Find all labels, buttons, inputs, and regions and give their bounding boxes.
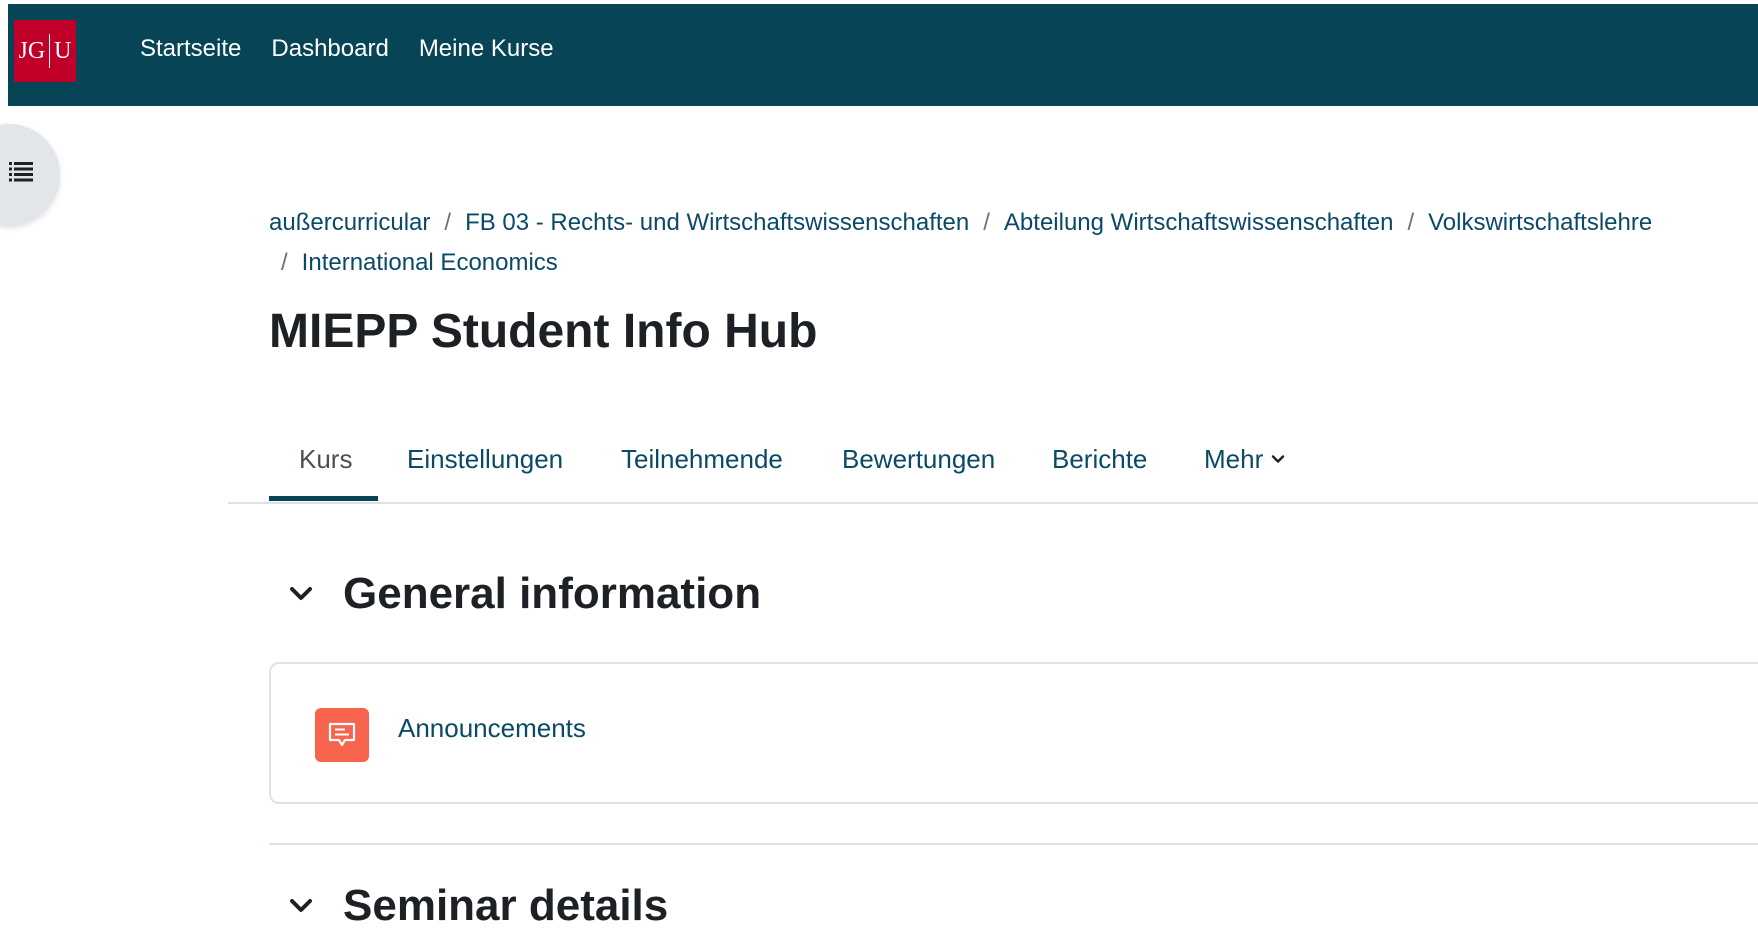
logo-text-left: JG [18, 37, 46, 64]
list-icon[interactable] [9, 159, 33, 183]
section-divider [269, 843, 1758, 845]
tab-bewertungen[interactable]: Bewertungen [842, 416, 995, 502]
active-tab-indicator [269, 496, 378, 501]
breadcrumb-item-vwl[interactable]: Volkswirtschaftslehre [1428, 209, 1652, 236]
top-navbar: JG U Startseite Dashboard Meine Kurse [8, 4, 1758, 106]
breadcrumb-separator: / [444, 209, 452, 236]
primary-navigation: Startseite Dashboard Meine Kurse [140, 4, 584, 94]
breadcrumb-separator: / [1407, 209, 1415, 236]
section-title: Seminar details [343, 881, 669, 930]
tab-berichte[interactable]: Berichte [1052, 416, 1147, 502]
logo-text-right: U [54, 37, 72, 64]
section-header-seminar-details[interactable]: Seminar details [287, 876, 668, 936]
activity-link-announcements[interactable]: Announcements [398, 713, 586, 744]
university-logo[interactable]: JG U [14, 20, 76, 82]
section-title: General information [343, 569, 762, 618]
section-header-general-information[interactable]: General information [287, 564, 761, 624]
tab-einstellungen[interactable]: Einstellungen [407, 416, 563, 502]
breadcrumb-item-abteilung[interactable]: Abteilung Wirtschaftswissenschaften [1004, 209, 1394, 236]
logo-divider [49, 34, 51, 68]
breadcrumb-separator: / [281, 249, 288, 276]
tab-teilnehmende[interactable]: Teilnehmende [621, 416, 783, 502]
nav-link-meine-kurse[interactable]: Meine Kurse [419, 35, 554, 63]
tab-mehr[interactable]: Mehr [1204, 416, 1285, 502]
chevron-down-icon[interactable] [287, 892, 315, 920]
page-title: MIEPP Student Info Hub [269, 305, 818, 358]
nav-link-startseite[interactable]: Startseite [140, 35, 241, 63]
chevron-down-icon[interactable] [287, 580, 315, 608]
forum-icon-glyph [328, 722, 356, 747]
breadcrumb: außercurricular / FB 03 - Rechts- und Wirt… [269, 203, 1749, 283]
activity-card-announcements: Announcements [269, 662, 1758, 804]
breadcrumb-separator: / [983, 209, 990, 236]
breadcrumb-item-ausercurricular[interactable]: außercurricular [269, 209, 430, 236]
forum-icon [315, 708, 369, 762]
breadcrumb-item-international-economics[interactable]: International Economics [302, 249, 558, 276]
course-secondary-navigation: Kurs Einstellungen Teilnehmende Bewertun… [228, 416, 1758, 504]
tab-mehr-label: Mehr [1204, 443, 1264, 474]
chevron-down-icon [1272, 455, 1285, 463]
nav-link-dashboard[interactable]: Dashboard [271, 35, 388, 63]
breadcrumb-item-fb03[interactable]: FB 03 - Rechts- und Wirtschaftswissensch… [465, 209, 969, 236]
tab-kurs[interactable]: Kurs [299, 416, 352, 502]
